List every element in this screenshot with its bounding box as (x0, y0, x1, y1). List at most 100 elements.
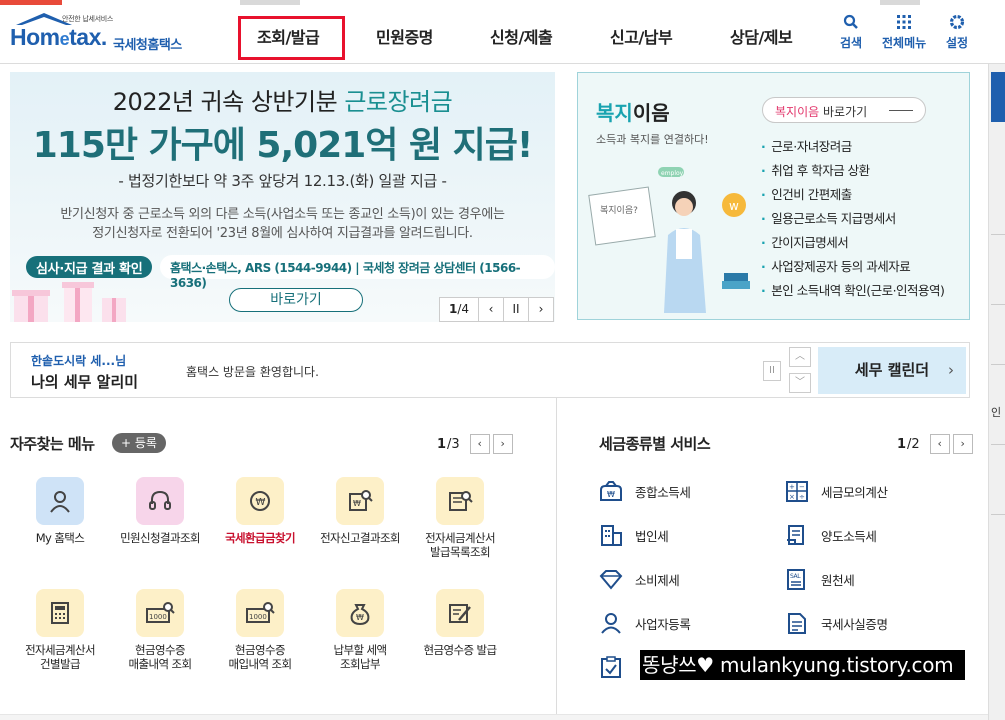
site-header: 안전한 납세서비스 Hometax. 국세청홈택스 조회/발급 민원증명 신청/… (0, 6, 1005, 64)
document-search-icon: ₩ (349, 490, 373, 511)
banner-line1: 2022년 귀속 상반기분 근로장려금 (112, 88, 453, 116)
nav-apply-submit[interactable]: 신청/제출 (490, 24, 553, 48)
salary-document-icon: SAL (787, 569, 805, 590)
tax-fact-certificate[interactable]: 국세사실증명 (785, 612, 888, 634)
welfare-item[interactable]: 간이지급명세서 (761, 231, 944, 255)
tax-global-income[interactable]: ₩ 종합소득세 (599, 480, 691, 502)
all-menu-button[interactable]: 전체메뉴 (882, 14, 926, 51)
fav-cash-receipt-purchase[interactable]: 1000 현금영수증 매입내역 조회 (210, 589, 310, 671)
welfare-item[interactable]: 근로·자녀장려금 (761, 135, 944, 159)
clipboard-check-icon (601, 656, 621, 678)
search-icon (843, 14, 858, 29)
svg-text:SAL: SAL (790, 573, 801, 580)
settings-button[interactable]: 설정 (946, 14, 968, 51)
fav-my-hometax[interactable]: My 홈택스 (10, 477, 110, 545)
calculator-icon (51, 602, 69, 624)
banner-page-indicator: 1/4 (448, 302, 470, 316)
welfare-link-panel: 복지이음 소득과 복지를 연결하다! 복지이음 바로가기 복지이음? w emp… (577, 72, 970, 320)
headset-icon (149, 490, 171, 510)
svg-text:1000: 1000 (149, 613, 167, 621)
favorites-register-button[interactable]: + 등록 (112, 433, 166, 453)
banner-line3: - 법정기한보다 약 3주 앞당겨 12.13.(화) 일괄 지급 - (118, 172, 447, 190)
svg-text:employ: employ (661, 170, 684, 177)
welfare-subtitle: 소득과 복지를 연결하다! (596, 133, 709, 146)
tax-business-registration[interactable]: 사업자등록 (599, 612, 691, 634)
user-register-icon (601, 613, 621, 634)
notice-down-button[interactable]: ﹀ (789, 373, 811, 393)
fav-cash-receipt-sales[interactable]: 1000 현금영수증 매출내역 조회 (110, 589, 210, 671)
svg-text:÷: ÷ (799, 493, 805, 501)
banner-prev-button[interactable]: ‹ (478, 298, 503, 321)
tax-consumption[interactable]: 소비제세 (599, 568, 680, 590)
person-icon (50, 491, 70, 513)
fav-tax-payment[interactable]: ₩ 납부할 세액 조회납부 (310, 589, 410, 671)
invoice-search-icon (449, 491, 473, 511)
fav-civil-result[interactable]: 민원신청결과조회 (110, 477, 210, 545)
banner-description: 반기신청자 중 근로소득 외의 다른 소득(사업소득 또는 종교인 소득)이 있… (60, 207, 505, 241)
notice-title: 나의 세무 알리미 (31, 373, 139, 391)
nav-report-pay[interactable]: 신고/납부 (610, 24, 673, 48)
favorites-pager: 1/3 ‹ › (437, 434, 513, 454)
welfare-item[interactable]: 일용근로소득 지급명세서 (761, 207, 944, 231)
welfare-item[interactable]: 사업장제공자 등의 과세자료 (761, 255, 944, 279)
grid-menu-icon (897, 15, 912, 29)
diamond-icon (599, 570, 623, 590)
banner-next-button[interactable]: › (528, 298, 553, 321)
nav-highlight-box (238, 16, 345, 60)
blog-watermark: 똥냥쓰♥ mulankyung.tistory.com (640, 650, 965, 680)
result-check-pill: 심사·지급 결과 확인 (26, 256, 153, 278)
notice-up-button[interactable]: ︿ (789, 347, 811, 367)
hometax-logo[interactable]: 안전한 납세서비스 Hometax. 국세청홈택스 (10, 13, 200, 56)
notice-pause-button[interactable]: II (763, 361, 781, 381)
svg-text:₩: ₩ (353, 499, 361, 508)
svg-text:₩: ₩ (356, 613, 364, 622)
favorites-prev-button[interactable]: ‹ (469, 434, 490, 454)
banner-pause-button[interactable]: II (503, 298, 528, 321)
receipt-search-icon: 1000 (246, 602, 275, 623)
document-transfer-icon (787, 525, 804, 545)
favorites-title: 자주찾는 메뉴 (10, 435, 95, 453)
tax-services-pager: 1/2 ‹ › (897, 434, 973, 454)
certificate-icon (788, 613, 806, 634)
tax-withholding[interactable]: SAL 원천세 (785, 568, 855, 590)
contact-info: 홈택스·손택스, ARS (1544-9944) | 국세청 장려금 상담센터 … (160, 255, 555, 290)
tax-services-prev-button[interactable]: ‹ (929, 434, 950, 454)
fav-cash-receipt-issue[interactable]: 현금영수증 발급 (410, 589, 510, 657)
fav-e-invoice-issue[interactable]: 전자세금계산서 건별발급 (10, 589, 110, 671)
welfare-go-button[interactable]: 복지이음 바로가기 (762, 97, 926, 123)
welfare-item[interactable]: 본인 소득내역 확인(근로·인적용역) (761, 279, 945, 303)
tax-transfer-income[interactable]: 양도소득세 (785, 524, 877, 546)
receipt-search-icon: 1000 (146, 602, 175, 623)
calc-sign-icon: + −× ÷ (786, 481, 808, 502)
tax-services-title: 세금종류별 서비스 (599, 435, 711, 453)
gift-decoration-icon (12, 282, 126, 322)
section-divider (556, 398, 557, 720)
tax-corporate[interactable]: 법인세 (599, 524, 669, 546)
tax-more-service[interactable] (599, 656, 635, 678)
building-icon (601, 525, 622, 546)
tax-simulation[interactable]: + − × ÷ 세금모의계산 (785, 480, 888, 502)
svg-text:−: − (799, 483, 805, 491)
nav-consult-report[interactable]: 상담/제보 (730, 24, 793, 48)
svg-text:₩: ₩ (256, 497, 266, 508)
fav-tax-refund[interactable]: ₩ 국세환급금찾기 (210, 477, 310, 545)
search-button[interactable]: 검색 (840, 14, 862, 51)
favorites-next-button[interactable]: › (492, 434, 513, 454)
welfare-list: 근로·자녀장려금 취업 후 학자금 상환 인건비 간편제출 일용근로소득 지급명… (761, 135, 945, 303)
tax-services-next-button[interactable]: › (952, 434, 973, 454)
tax-notice-bar: 한솥도시락 세...님 나의 세무 알리미 홈택스 방문을 환영합니다. II … (10, 342, 970, 398)
welfare-item[interactable]: 인건비 간편제출 (761, 183, 944, 207)
notice-message: 홈택스 방문을 환영합니다. (186, 365, 319, 379)
main-banner[interactable]: 2022년 귀속 상반기분 근로장려금 115만 가구에 5,021억 원 지급… (10, 72, 555, 322)
banner-go-button[interactable]: 바로가기 (229, 288, 363, 312)
nav-civil-certificate[interactable]: 민원증명 (376, 24, 433, 48)
fav-e-filing-result[interactable]: ₩ 전자신고결과조회 (310, 477, 410, 545)
svg-text:₩: ₩ (607, 490, 615, 499)
right-quick-panel[interactable]: 인 (988, 64, 1005, 720)
gear-icon (949, 14, 965, 30)
banner-headline: 115만 가구에 5,021억 원 지급! (32, 125, 534, 166)
welfare-item[interactable]: 취업 후 학자금 상환 (761, 159, 944, 183)
fav-e-invoice-list[interactable]: 전자세금계산서 발급목록조회 (410, 477, 510, 559)
bottom-border (0, 714, 988, 720)
tax-calendar-button[interactable]: 세무 캘린더 › (818, 347, 966, 394)
